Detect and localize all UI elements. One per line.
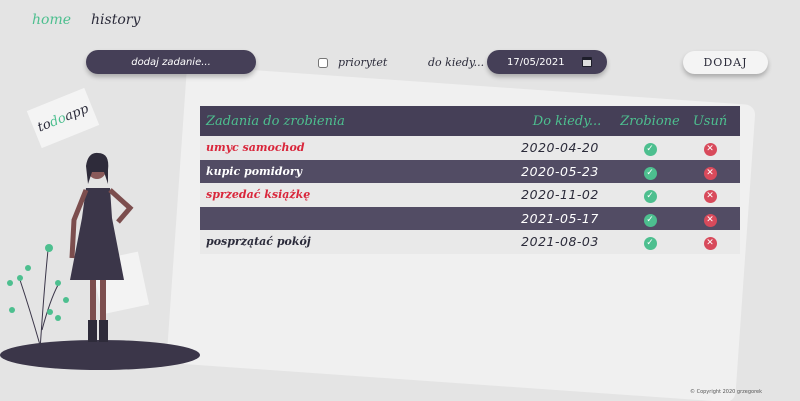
table-row: 2021-05-17 ✓ ✕ bbox=[200, 206, 740, 231]
top-nav: home history bbox=[32, 12, 140, 28]
nav-history-link[interactable]: history bbox=[91, 12, 140, 28]
priority-checkbox[interactable] bbox=[318, 57, 328, 68]
task-name: posprzątać pokój bbox=[206, 235, 311, 249]
table-row: umyc samochod 2020-04-20 ✓ ✕ bbox=[200, 136, 740, 160]
done-check-icon[interactable]: ✓ bbox=[643, 213, 657, 227]
done-check-icon[interactable]: ✓ bbox=[643, 166, 657, 180]
header-delete: Usuń bbox=[692, 113, 728, 129]
table-row: kupic pomidory 2020-05-23 ✓ ✕ bbox=[200, 159, 740, 183]
table-row: sprzedać książkę 2020-11-02 ✓ ✕ bbox=[200, 183, 740, 207]
nav-home-link[interactable]: home bbox=[32, 12, 71, 28]
task-due: 2020-11-02 bbox=[521, 187, 599, 203]
delete-x-icon[interactable]: ✕ bbox=[703, 190, 717, 204]
task-name: umyc samochod bbox=[206, 141, 305, 155]
task-name: kupic pomidory bbox=[206, 164, 303, 178]
table-header-row: Zadania do zrobienia Do kiedy... Zrobion… bbox=[200, 106, 740, 136]
header-name: Zadania do zrobienia bbox=[206, 113, 345, 129]
task-name bbox=[200, 207, 500, 231]
table-row: posprzątać pokój 2021-08-03 ✓ ✕ bbox=[200, 230, 740, 254]
header-done: Zrobione bbox=[620, 113, 680, 129]
task-input[interactable] bbox=[86, 50, 256, 74]
date-input[interactable]: 17/05/2021 bbox=[487, 50, 607, 74]
woman-illustration bbox=[7, 152, 134, 351]
calendar-icon[interactable] bbox=[582, 57, 592, 67]
task-due: 2020-05-23 bbox=[521, 163, 599, 179]
tasks-table: Zadania do zrobienia Do kiedy... Zrobion… bbox=[200, 106, 740, 254]
done-check-icon[interactable]: ✓ bbox=[643, 237, 657, 251]
priority-toggle[interactable]: priorytet bbox=[318, 56, 387, 69]
task-due: 2021-08-03 bbox=[521, 234, 599, 250]
done-check-icon[interactable]: ✓ bbox=[643, 143, 657, 157]
task-due: 2020-04-20 bbox=[521, 140, 599, 156]
task-due: 2021-05-17 bbox=[521, 210, 599, 226]
due-label: do kiedy... bbox=[428, 56, 485, 69]
add-button[interactable]: DODAJ bbox=[683, 51, 768, 74]
delete-x-icon[interactable]: ✕ bbox=[703, 166, 717, 180]
delete-x-icon[interactable]: ✕ bbox=[703, 213, 717, 227]
delete-x-icon[interactable]: ✕ bbox=[703, 143, 717, 157]
priority-label: priorytet bbox=[338, 56, 388, 69]
date-value: 17/05/2021 bbox=[507, 56, 565, 68]
done-check-icon[interactable]: ✓ bbox=[643, 190, 657, 204]
header-due: Do kiedy... bbox=[532, 113, 602, 129]
task-name: sprzedać książkę bbox=[206, 188, 311, 202]
copyright: © Copyright 2020 grzegorek bbox=[689, 389, 762, 395]
delete-x-icon[interactable]: ✕ bbox=[703, 237, 717, 251]
